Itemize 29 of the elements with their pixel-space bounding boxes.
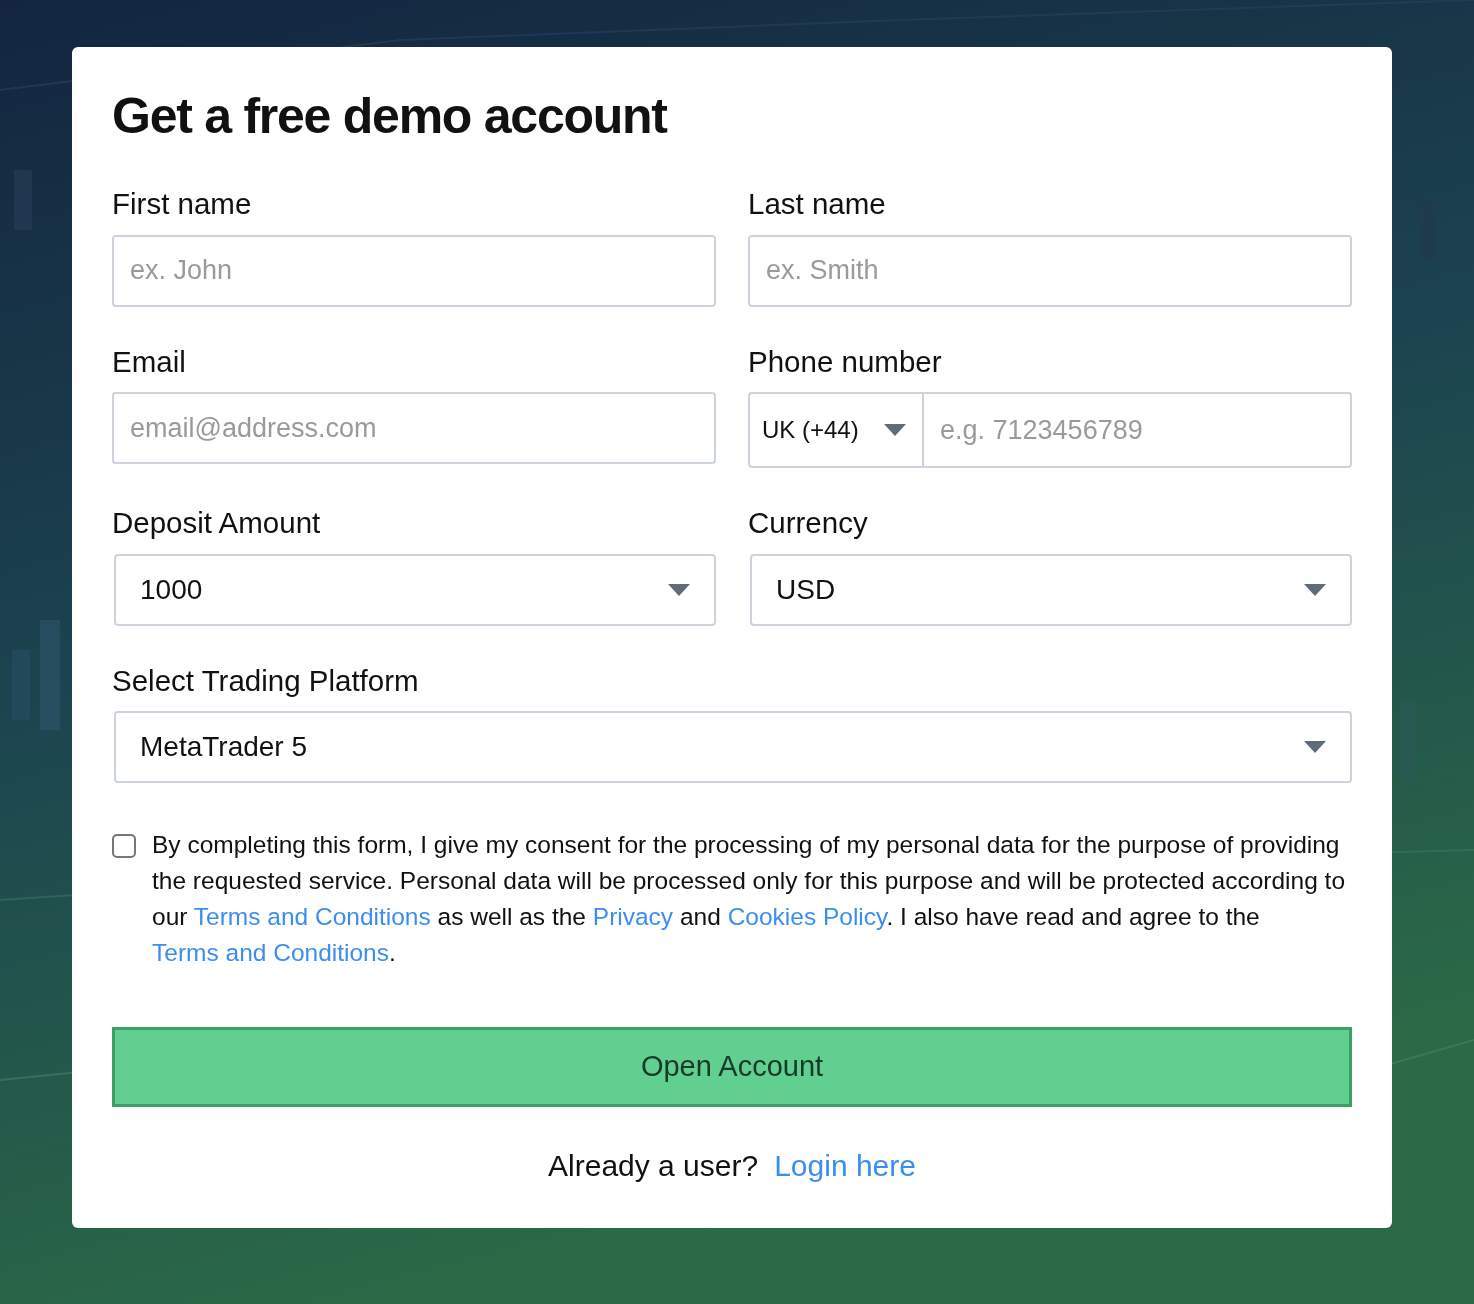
input-field[interactable]: email@address.com: [112, 392, 716, 464]
country-code-select[interactable]: UK (+44): [748, 392, 924, 468]
login-link[interactable]: Login here: [774, 1143, 916, 1188]
policy-link[interactable]: Terms and Conditions: [193, 903, 431, 930]
consent-text: By completing this form, I give my consent for the processing of my personal data for the purpose of providing the requested service. Personal data will be processed only for this purpose and will be protected according to our Terms and Conditions as well as the Privacy and Cookies Policy. I also have read and agree to the Terms and Conditions.: [152, 830, 1346, 968]
dropdown-caret-icon: [884, 424, 906, 436]
field-label: Phone number: [748, 346, 943, 376]
already-user-text: Already a user?: [548, 1148, 759, 1184]
dropdown-select[interactable]: 1000: [114, 553, 716, 626]
dropdown-caret-icon: [668, 583, 690, 596]
field-label: Last name: [748, 189, 887, 219]
dropdown-select[interactable]: MetaTrader 5: [114, 711, 1352, 783]
field-label: First name: [112, 189, 253, 219]
consent-checkbox[interactable]: [112, 834, 136, 858]
open-account-button[interactable]: Open Account: [112, 1027, 1352, 1107]
dropdown-caret-icon: [1304, 583, 1326, 596]
input-field[interactable]: ex. John: [112, 234, 716, 307]
dropdown-select[interactable]: USD: [750, 553, 1352, 626]
phone-input[interactable]: e.g. 7123456789: [924, 392, 1352, 468]
field-label: Email: [112, 346, 187, 376]
input-field[interactable]: ex. Smith: [748, 234, 1352, 307]
policy-link[interactable]: Terms and Conditions: [152, 939, 389, 966]
field-label: Currency: [748, 508, 869, 538]
policy-link[interactable]: Cookies Policy: [727, 903, 887, 930]
form-title: Get a free demo account: [112, 91, 669, 141]
field-label: Select Trading Platform: [112, 665, 420, 695]
dropdown-caret-icon: [1304, 741, 1326, 753]
policy-link[interactable]: Privacy: [592, 903, 674, 930]
field-label: Deposit Amount: [112, 508, 322, 538]
